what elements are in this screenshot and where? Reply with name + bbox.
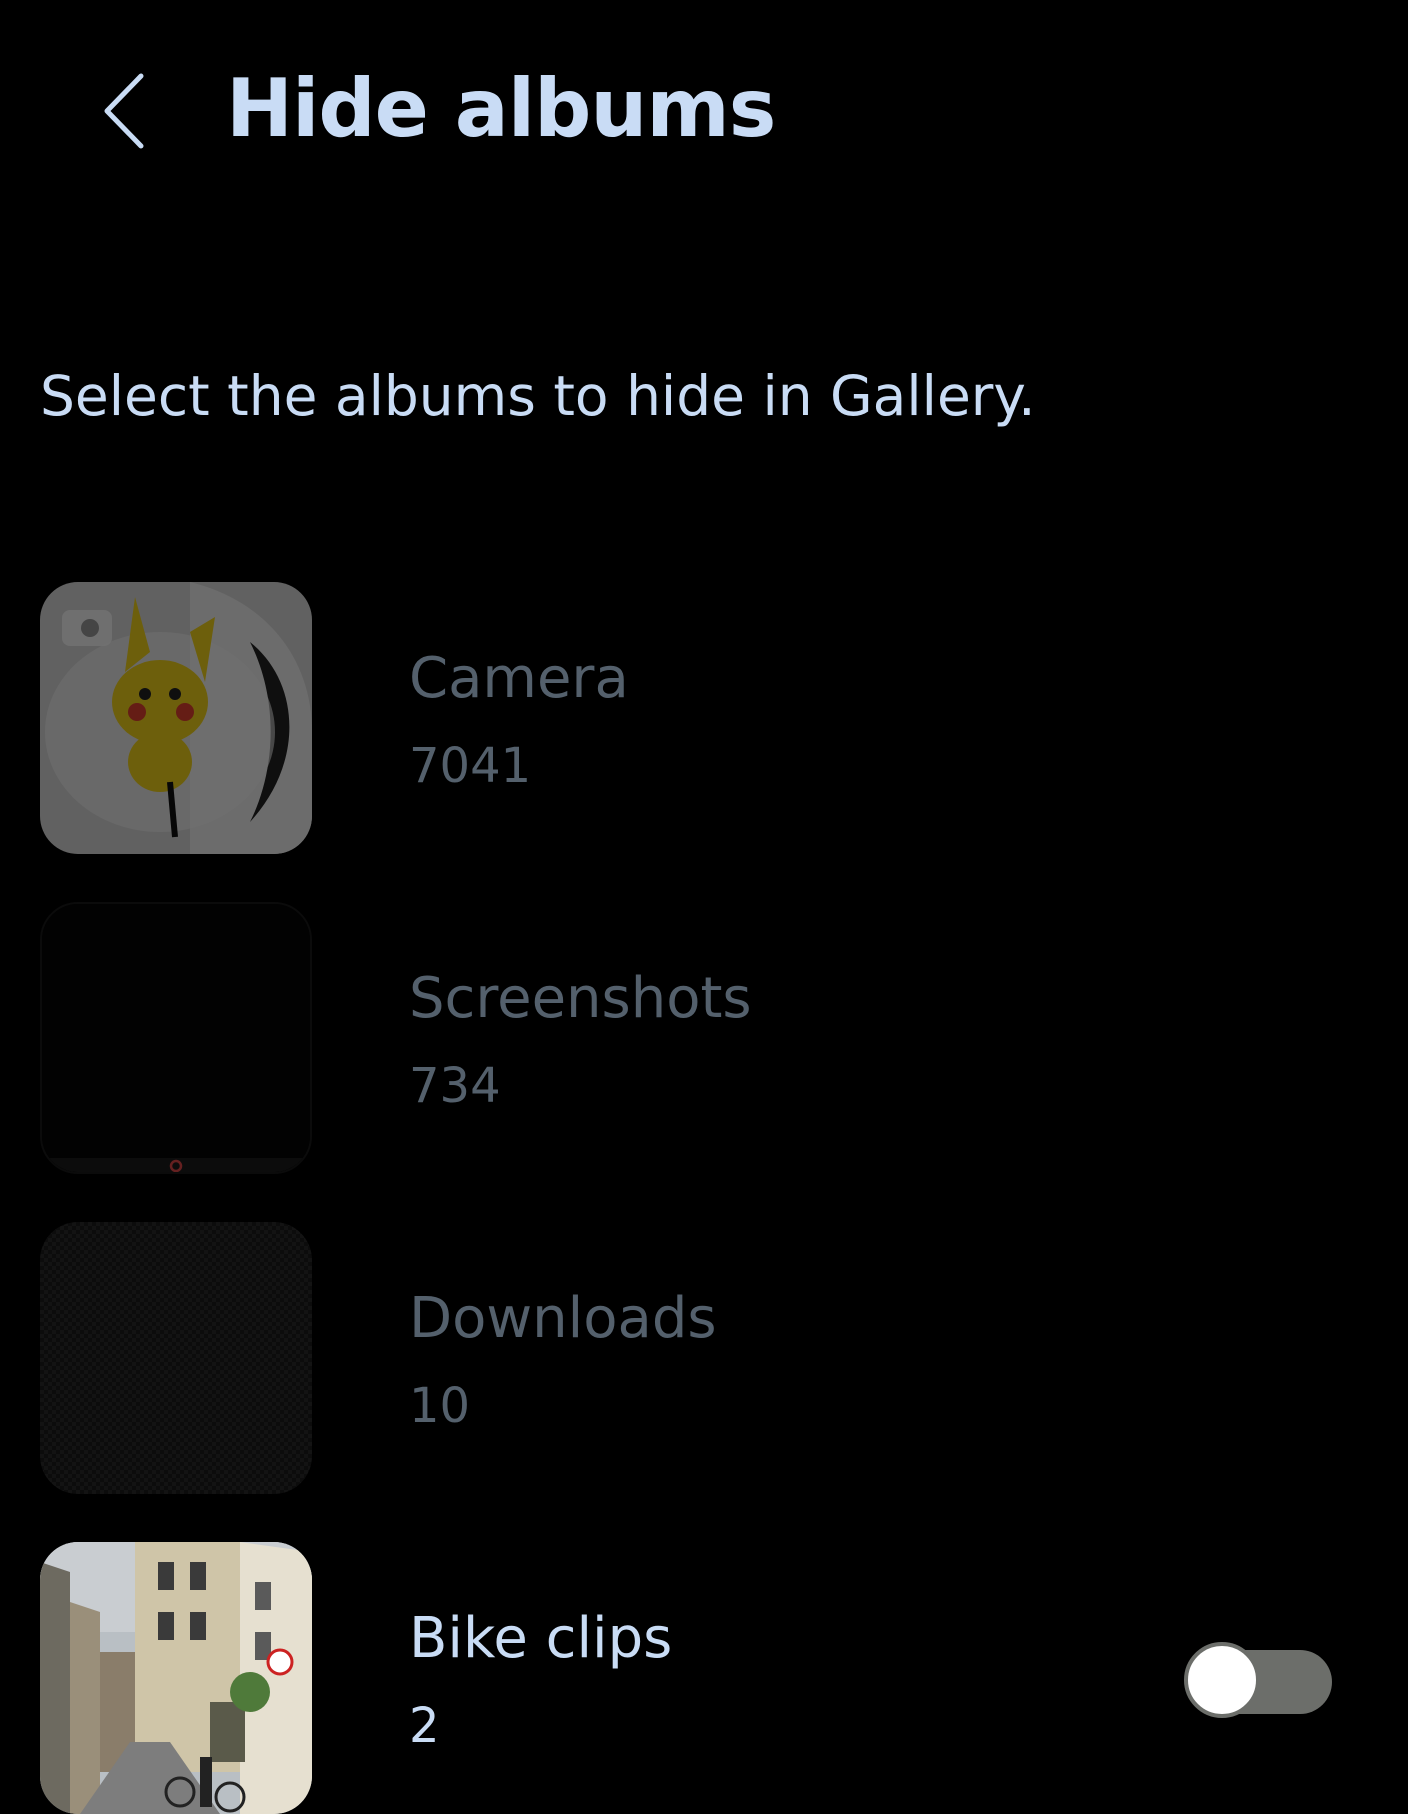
back-button[interactable] <box>88 66 158 156</box>
hide-album-toggle[interactable] <box>1184 1642 1332 1718</box>
album-name: Camera <box>409 646 629 711</box>
chevron-left-icon <box>104 73 144 149</box>
album-thumbnail-bike-clips <box>40 1542 312 1814</box>
album-thumbnail-downloads <box>40 1222 312 1494</box>
description-text: Select the albums to hide in Gallery. <box>40 364 1036 428</box>
album-count: 734 <box>409 1058 501 1114</box>
app-bar: Hide albums <box>0 0 1408 230</box>
album-name: Screenshots <box>409 966 752 1031</box>
album-row-screenshots[interactable]: Screenshots 734 <box>0 902 1408 1174</box>
album-thumbnail-screenshots <box>40 902 312 1174</box>
album-name: Downloads <box>409 1286 717 1351</box>
album-count: 2 <box>409 1698 440 1754</box>
album-row-bike-clips[interactable]: Bike clips 2 <box>0 1542 1408 1814</box>
album-count: 7041 <box>409 738 532 794</box>
album-row-downloads[interactable]: Downloads 10 <box>0 1222 1408 1494</box>
album-row-camera[interactable]: Camera 7041 <box>0 582 1408 854</box>
album-name: Bike clips <box>409 1606 673 1671</box>
toggle-thumb <box>1184 1642 1260 1718</box>
page-title: Hide albums <box>226 62 776 155</box>
album-count: 10 <box>409 1378 471 1434</box>
album-thumbnail-camera <box>40 582 312 854</box>
